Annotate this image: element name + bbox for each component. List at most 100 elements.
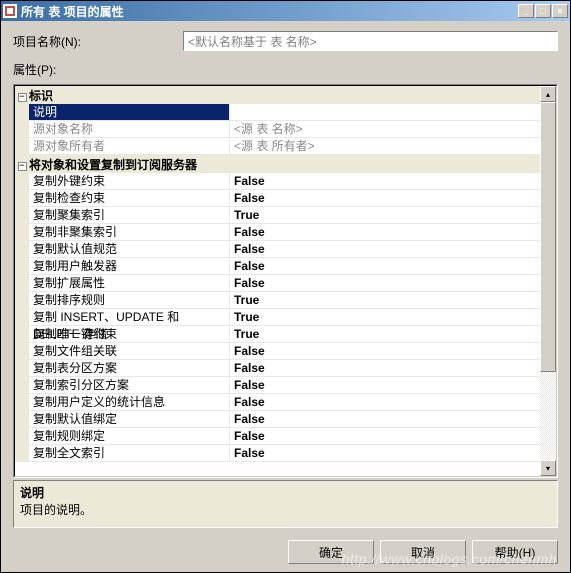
row-gutter (15, 138, 29, 154)
property-name: 复制默认值绑定 (29, 411, 230, 427)
property-value[interactable]: False (230, 411, 540, 427)
row-gutter (15, 411, 29, 427)
row-gutter (15, 121, 29, 137)
collapse-icon[interactable]: − (15, 88, 29, 102)
collapse-icon[interactable]: − (15, 157, 29, 171)
property-value[interactable]: False (230, 241, 540, 257)
row-gutter (15, 377, 29, 393)
property-name: 复制用户触发器 (29, 258, 230, 274)
window-title: 所有 表 项目的属性 (21, 3, 517, 20)
property-name: 复制表分区方案 (29, 360, 230, 376)
property-name: 复制唯一键约束 (29, 326, 230, 342)
property-name: 复制非聚集索引 (29, 224, 230, 240)
close-button[interactable]: × (552, 4, 568, 18)
property-value[interactable]: False (230, 190, 540, 206)
property-value[interactable]: False (230, 394, 540, 410)
row-gutter (15, 190, 29, 206)
property-grid: −标识说明源对象名称<源 表 名称>源对象所有者<源 表 所有者>−将对象和设置… (13, 84, 558, 478)
scroll-down-button[interactable]: ▾ (540, 460, 556, 476)
property-row[interactable]: 复制表分区方案False (15, 360, 540, 377)
row-gutter (15, 224, 29, 240)
scroll-track[interactable] (540, 102, 556, 460)
property-row[interactable]: 说明 (15, 104, 540, 121)
property-value[interactable] (230, 104, 540, 120)
property-value[interactable]: False (230, 445, 540, 461)
row-gutter (15, 394, 29, 410)
property-value[interactable]: False (230, 275, 540, 291)
name-input[interactable] (183, 31, 558, 51)
property-row[interactable]: 复制用户触发器False (15, 258, 540, 275)
row-gutter (15, 326, 29, 342)
minimize-button[interactable]: _ (518, 4, 534, 18)
category-header[interactable]: −标识 (15, 86, 540, 104)
content-area: 项目名称(N): 属性(P): −标识说明源对象名称<源 表 名称>源对象所有者… (1, 21, 570, 532)
props-label: 属性(P): (13, 61, 558, 78)
property-row[interactable]: 复制用户定义的统计信息False (15, 394, 540, 411)
button-bar: 确定 取消 帮助(H) (1, 532, 570, 572)
property-name: 复制聚集索引 (29, 207, 230, 223)
name-row: 项目名称(N): (13, 31, 558, 51)
window-buttons: _ □ × (517, 4, 568, 18)
property-name: 复制用户定义的统计信息 (29, 394, 230, 410)
property-value[interactable]: False (230, 343, 540, 359)
ok-button[interactable]: 确定 (288, 540, 374, 564)
scroll-up-button[interactable]: ▴ (540, 86, 556, 102)
property-row[interactable]: 复制默认值规范False (15, 241, 540, 258)
property-name: 复制排序规则 (29, 292, 230, 308)
category-label: 标识 (29, 87, 53, 104)
property-value[interactable]: True (230, 207, 540, 223)
property-name: 源对象名称 (29, 121, 230, 137)
row-gutter (15, 360, 29, 376)
property-value[interactable]: True (230, 309, 540, 325)
property-value[interactable]: True (230, 326, 540, 342)
cancel-button[interactable]: 取消 (380, 540, 466, 564)
category-header[interactable]: −将对象和设置复制到订阅服务器 (15, 155, 540, 173)
description-text: 项目的说明。 (20, 501, 551, 518)
property-row[interactable]: 复制唯一键约束True (15, 326, 540, 343)
property-name: 复制扩展属性 (29, 275, 230, 291)
property-value[interactable]: <源 表 名称> (230, 121, 540, 137)
property-row[interactable]: 复制聚集索引True (15, 207, 540, 224)
property-value[interactable]: False (230, 258, 540, 274)
property-row[interactable]: 复制扩展属性False (15, 275, 540, 292)
row-gutter (15, 207, 29, 223)
row-gutter (15, 445, 29, 461)
property-row[interactable]: 复制全文索引False (15, 445, 540, 462)
scroll-thumb[interactable] (540, 102, 556, 372)
scrollbar[interactable]: ▴ ▾ (540, 86, 556, 476)
property-value[interactable]: True (230, 292, 540, 308)
property-value[interactable]: False (230, 173, 540, 189)
property-value[interactable]: False (230, 428, 540, 444)
property-grid-rows: −标识说明源对象名称<源 表 名称>源对象所有者<源 表 所有者>−将对象和设置… (15, 86, 540, 476)
property-row[interactable]: 源对象所有者<源 表 所有者> (15, 138, 540, 155)
dialog-window: 所有 表 项目的属性 _ □ × 项目名称(N): 属性(P): −标识说明源对… (0, 0, 571, 573)
property-row[interactable]: 复制外键约束False (15, 173, 540, 190)
property-value[interactable]: False (230, 377, 540, 393)
row-gutter (15, 258, 29, 274)
row-gutter (15, 309, 29, 325)
name-label: 项目名称(N): (13, 33, 183, 50)
description-title: 说明 (20, 484, 551, 501)
property-name: 复制检查约束 (29, 190, 230, 206)
property-row[interactable]: 复制规则绑定False (15, 428, 540, 445)
description-panel: 说明 项目的说明。 (13, 480, 558, 528)
property-name: 复制 INSERT、UPDATE 和 DELETE 存储 (29, 309, 230, 325)
property-row[interactable]: 复制文件组关联False (15, 343, 540, 360)
property-row[interactable]: 复制 INSERT、UPDATE 和 DELETE 存储True (15, 309, 540, 326)
property-name: 复制规则绑定 (29, 428, 230, 444)
property-row[interactable]: 复制索引分区方案False (15, 377, 540, 394)
titlebar: 所有 表 项目的属性 _ □ × (1, 1, 570, 21)
property-row[interactable]: 复制默认值绑定False (15, 411, 540, 428)
property-name: 复制文件组关联 (29, 343, 230, 359)
property-row[interactable]: 复制检查约束False (15, 190, 540, 207)
property-row[interactable]: 源对象名称<源 表 名称> (15, 121, 540, 138)
property-row[interactable]: 复制排序规则True (15, 292, 540, 309)
property-row[interactable]: 复制非聚集索引False (15, 224, 540, 241)
help-button[interactable]: 帮助(H) (472, 540, 558, 564)
property-name: 说明 (29, 104, 230, 120)
property-value[interactable]: False (230, 360, 540, 376)
row-gutter (15, 292, 29, 308)
property-value[interactable]: False (230, 224, 540, 240)
maximize-button[interactable]: □ (535, 4, 551, 18)
property-value[interactable]: <源 表 所有者> (230, 138, 540, 154)
